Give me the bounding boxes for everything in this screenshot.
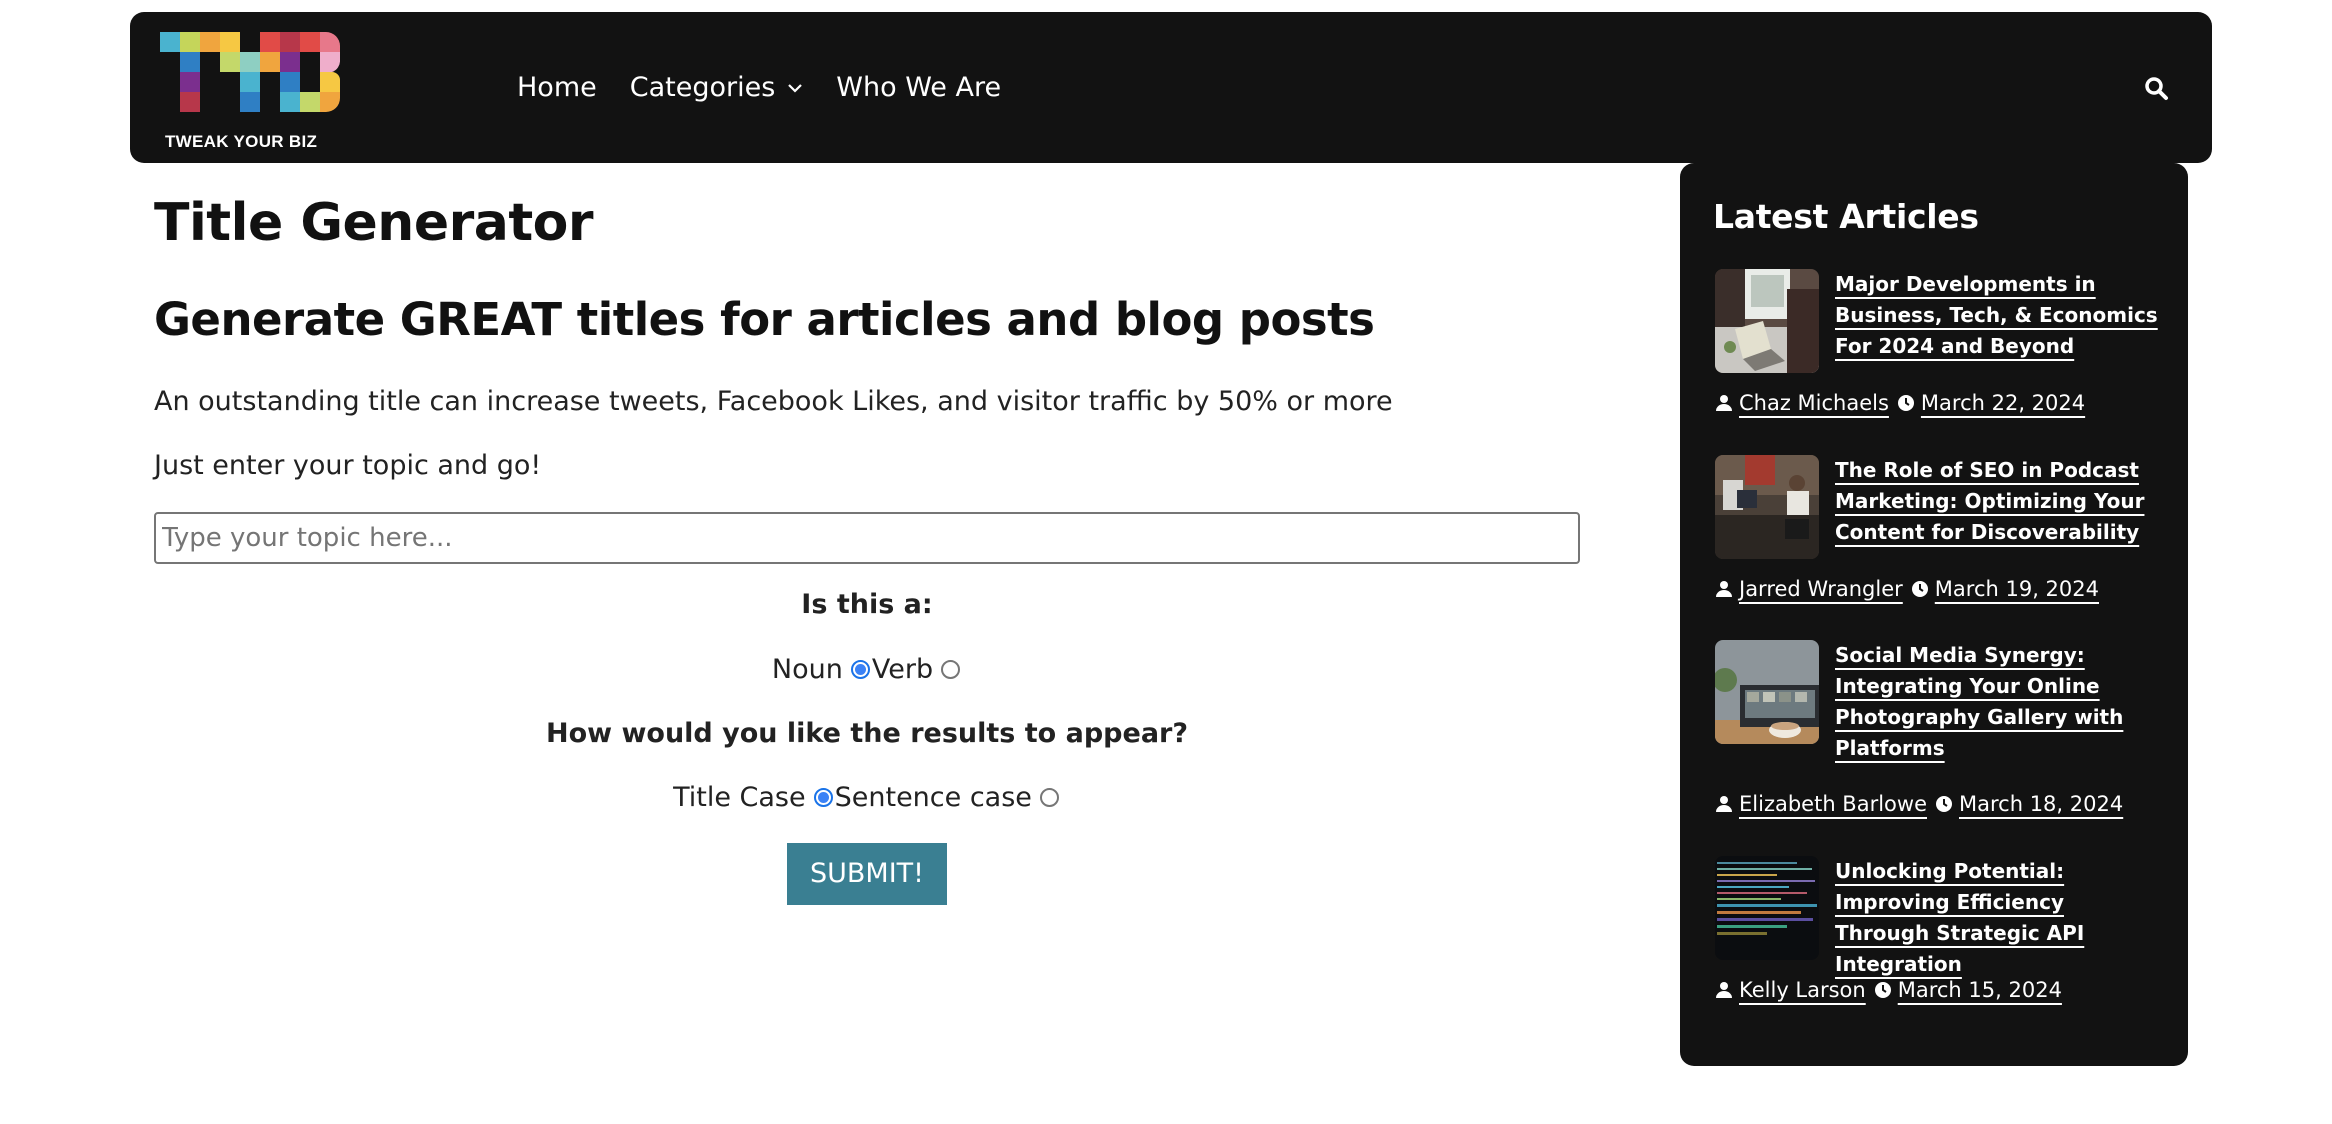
chevron-down-icon	[788, 83, 803, 93]
article-meta: Chaz Michaels March 22, 2024	[1715, 391, 2093, 415]
site-header: TWEAK YOUR BIZ Home Categories Who We Ar…	[130, 12, 2212, 163]
clock-icon	[1911, 581, 1928, 597]
clock-icon	[1874, 982, 1891, 998]
nav-home[interactable]: Home	[517, 72, 597, 103]
word-type-question-label: Is this a:	[801, 589, 933, 620]
laptop-by-window-image-icon	[1715, 269, 1819, 373]
article-meta: Jarred Wrangler March 19, 2024	[1715, 577, 2107, 601]
laptop-and-coffee-image-icon	[1715, 640, 1819, 744]
sidebar-title: Latest Articles	[1713, 197, 1979, 236]
article-thumbnail[interactable]	[1715, 455, 1819, 559]
page-subtitle: Generate GREAT titles for articles and b…	[154, 293, 1375, 346]
case-type-question: How would you like the results to appear…	[154, 718, 1580, 749]
case-type-question-label: How would you like the results to appear…	[545, 718, 1189, 749]
podcast-studio-image-icon	[1715, 455, 1819, 559]
article-thumbnail[interactable]	[1715, 640, 1819, 744]
title-case-radio[interactable]	[813, 788, 833, 807]
noun-label[interactable]: Noun	[772, 654, 843, 685]
word-type-question: Is this a:	[154, 589, 1580, 620]
clock-icon	[1936, 796, 1952, 812]
title-case-label[interactable]: Title Case	[673, 782, 806, 813]
article-thumbnail[interactable]	[1715, 269, 1819, 373]
submit-wrapper: SUBMIT!	[154, 843, 1580, 905]
user-icon	[1716, 796, 1732, 812]
noun-radio[interactable]	[850, 660, 870, 679]
article-title: Major Developments in Business, Tech, & …	[1835, 272, 2158, 358]
article-title-link[interactable]: Major Developments in Business, Tech, & …	[1835, 269, 2165, 362]
article-title-link[interactable]: Unlocking Potential: Improving Efficienc…	[1835, 856, 2165, 980]
search-button[interactable]	[2142, 74, 2172, 104]
latest-articles-sidebar: Latest Articles Major Developments in Bu…	[1680, 163, 2188, 1066]
article-title: The Role of SEO in Podcast Marketing: Op…	[1835, 458, 2145, 544]
nav-who-we-are[interactable]: Who We Are	[836, 72, 1001, 103]
main-nav: Home Categories Who We Are	[517, 12, 1034, 163]
article-author-link[interactable]: Kelly Larson	[1739, 978, 1866, 1002]
nav-categories-label: Categories	[629, 72, 776, 103]
verb-label[interactable]: Verb	[872, 654, 933, 685]
user-icon	[1716, 982, 1732, 998]
submit-button[interactable]: SUBMIT!	[787, 843, 947, 905]
search-icon	[2145, 77, 2168, 100]
intro-text: An outstanding title can increase tweets…	[154, 386, 1393, 417]
nav-who-we-are-label: Who We Are	[836, 72, 1002, 103]
article-title: Unlocking Potential: Improving Efficienc…	[1835, 859, 2085, 976]
article-author-link[interactable]: Jarred Wrangler	[1739, 577, 1903, 601]
user-icon	[1716, 395, 1732, 411]
article-meta: Elizabeth Barlowe March 18, 2024	[1715, 792, 2131, 816]
site-logo[interactable]: TWEAK YOUR BIZ	[160, 32, 345, 152]
article-date-link[interactable]: March 19, 2024	[1935, 577, 2099, 601]
article-date-link[interactable]: March 22, 2024	[1921, 391, 2085, 415]
sentence-case-label[interactable]: Sentence case	[835, 782, 1032, 813]
logo-text: TWEAK YOUR BIZ	[165, 132, 318, 151]
case-type-options: Title Case Sentence case	[154, 782, 1580, 813]
nav-home-label: Home	[517, 72, 597, 103]
topic-input[interactable]	[154, 512, 1580, 564]
article-title-link[interactable]: The Role of SEO in Podcast Marketing: Op…	[1835, 455, 2165, 548]
article-title-link[interactable]: Social Media Synergy: Integrating Your O…	[1835, 640, 2165, 764]
article-thumbnail[interactable]	[1715, 856, 1819, 960]
nav-categories[interactable]: Categories	[630, 72, 804, 103]
code-screen-image-icon	[1715, 856, 1819, 960]
user-icon	[1716, 581, 1732, 597]
article-author-link[interactable]: Elizabeth Barlowe	[1739, 792, 1927, 816]
article-meta: Kelly Larson March 15, 2024	[1715, 978, 2070, 1002]
clock-icon	[1897, 395, 1914, 411]
page-title: Title Generator	[154, 193, 594, 253]
verb-radio[interactable]	[941, 660, 961, 679]
instruction-text: Just enter your topic and go!	[154, 450, 542, 481]
article-author-link[interactable]: Chaz Michaels	[1739, 391, 1889, 415]
article-date-link[interactable]: March 15, 2024	[1898, 978, 2062, 1002]
tyb-logo-mark-icon	[160, 32, 340, 112]
article-date-link[interactable]: March 18, 2024	[1959, 792, 2123, 816]
word-type-options: Noun Verb	[154, 654, 1580, 685]
sentence-case-radio[interactable]	[1039, 788, 1059, 807]
article-title: Social Media Synergy: Integrating Your O…	[1835, 643, 2124, 760]
